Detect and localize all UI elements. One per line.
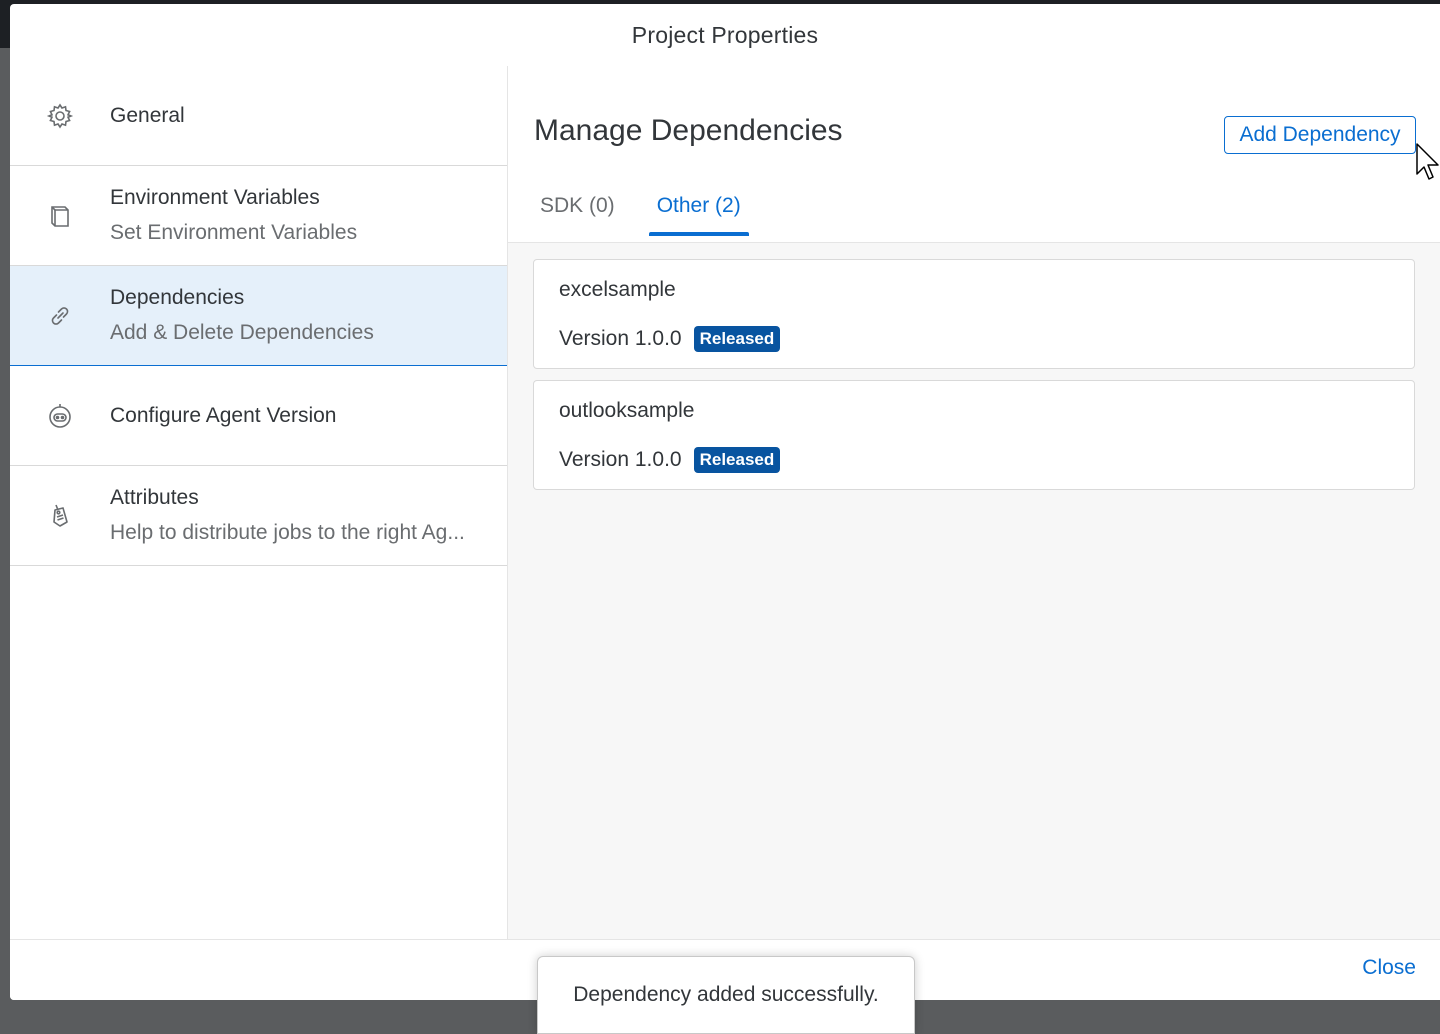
nav-item-title: General [110,103,185,127]
tag-icon [46,502,74,530]
dependency-name: excelsample [559,278,676,301]
nav-item-dependencies[interactable]: Dependencies Add & Delete Dependencies [10,266,507,366]
manage-dependencies-panel: Manage Dependencies Add Dependency SDK (… [508,66,1440,939]
status-badge: Released [693,326,781,352]
dependency-card-outlooksample[interactable]: outlooksample Version 1.0.0 Released [533,380,1415,490]
nav-item-title: Dependencies [110,286,245,309]
nav-item-configure-agent-version[interactable]: Configure Agent Version [10,366,507,466]
nav-item-title: Configure Agent Version [110,403,337,427]
robot-icon [46,402,74,430]
nav-item-title: Attributes [110,486,199,509]
toast-message: Dependency added successfully. [573,983,879,1006]
nav-item-description: Add & Delete Dependencies [110,321,374,344]
link-icon [46,302,74,330]
nav-item-description: Set Environment Variables [110,221,358,244]
status-badge: Released [693,447,781,473]
dialog-header: Project Properties [10,4,1440,67]
gear-icon [46,102,74,130]
mouse-pointer-icon [1416,143,1439,180]
page-title: Manage Dependencies [534,114,843,147]
nav-item-title: Environment Variables [110,186,320,209]
nav-item-general[interactable]: General [10,66,507,166]
nav-item-environment-variables[interactable]: Environment Variables Set Environment Va… [10,166,507,266]
dependency-version-row: Version 1.0.0 Released [559,447,781,473]
project-properties-dialog: Project Properties General Environment V… [10,4,1440,1000]
dialog-title: Project Properties [631,21,819,48]
add-dependency-button[interactable]: Add Dependency [1224,116,1416,154]
tab-other[interactable]: Other (2) [648,188,749,236]
dependency-name: outlooksample [559,399,695,422]
properties-nav: General Environment Variables Set Enviro… [10,66,508,939]
close-button[interactable]: Close [1362,956,1416,980]
nav-item-description: Help to distribute jobs to the right Ag.… [110,521,465,544]
document-icon [46,202,74,230]
success-toast: Dependency added successfully. [537,956,915,1034]
dependency-version: Version 1.0.0 [559,448,682,471]
nav-item-attributes[interactable]: Attributes Help to distribute jobs to th… [10,466,507,566]
dependency-card-excelsample[interactable]: excelsample Version 1.0.0 Released [533,259,1415,369]
dependency-version: Version 1.0.0 [559,327,682,350]
dependency-version-row: Version 1.0.0 Released [559,326,781,352]
content-header: Manage Dependencies Add Dependency SDK (… [508,66,1440,243]
dependency-tabs: SDK (0) Other (2) [538,188,781,236]
tab-sdk[interactable]: SDK (0) [538,188,617,232]
